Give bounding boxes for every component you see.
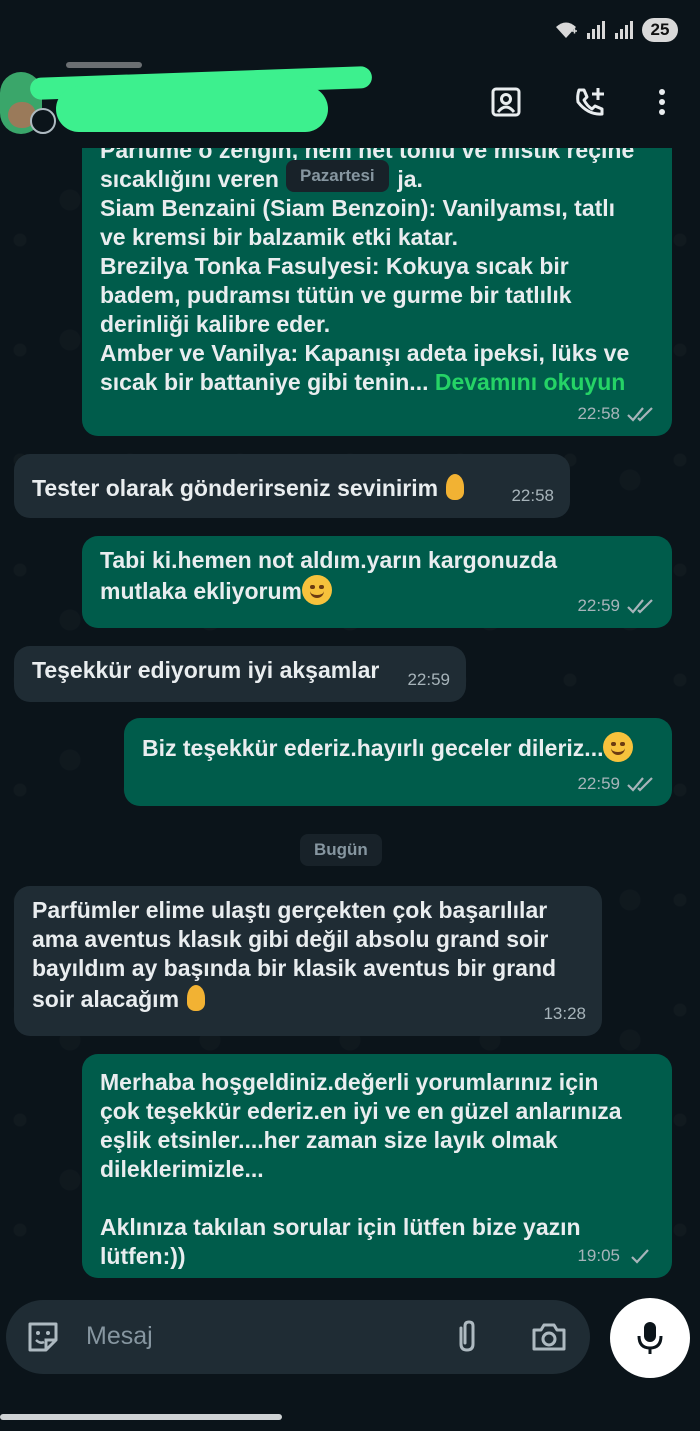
message-time: 22:59	[407, 670, 450, 689]
attach-icon[interactable]	[448, 1318, 486, 1356]
mic-icon	[637, 1322, 663, 1354]
system-nav-bar	[0, 1404, 700, 1431]
floating-date-label: Pazartesi	[286, 160, 389, 192]
date-separator: Bugün	[300, 834, 382, 866]
message-composer[interactable]: Mesaj	[6, 1300, 590, 1374]
pray-emoji	[185, 983, 207, 1013]
message-time: 22:58	[577, 404, 620, 423]
single-check-icon	[631, 1248, 649, 1264]
message-bubble-incoming[interactable]: Tester olarak gönderirseniz sevinirim 22…	[14, 454, 570, 518]
pray-emoji	[444, 472, 466, 502]
message-text: Parfümler elime ulaştı gerçekten çok baş…	[32, 897, 557, 1012]
message-list[interactable]: Parfüme o zengin, hem net tonlu ve misti…	[0, 148, 700, 1298]
smile-emoji	[603, 732, 634, 762]
contact-card-icon[interactable]	[486, 82, 526, 122]
more-vert-icon[interactable]	[642, 82, 682, 122]
message-text: Teşekkür ediyorum iyi akşamlar	[32, 657, 380, 683]
battery-indicator: 25	[642, 18, 678, 42]
message-bubble-outgoing[interactable]: Tabi ki.hemen not aldım.yarın kargonuzda…	[82, 536, 672, 628]
double-check-icon	[627, 598, 653, 614]
back-button[interactable]	[66, 62, 142, 68]
sticker-icon[interactable]	[24, 1318, 62, 1356]
read-more-link[interactable]: Devamını okuyun	[435, 369, 625, 395]
double-check-icon	[627, 406, 653, 422]
message-bubble-incoming[interactable]: Parfümler elime ulaştı gerçekten çok baş…	[14, 886, 602, 1036]
signal-icon-2	[615, 21, 633, 39]
add-call-icon[interactable]	[570, 82, 610, 122]
message-time: 13:28	[543, 1004, 586, 1023]
message-bubble-incoming[interactable]: Teşekkür ediyorum iyi akşamlar 22:59	[14, 646, 466, 702]
smile-emoji	[301, 575, 332, 605]
voice-message-button[interactable]	[610, 1298, 690, 1378]
signal-icon	[587, 21, 605, 39]
home-indicator[interactable]	[0, 1414, 282, 1420]
message-time: 19:05	[577, 1246, 620, 1265]
message-text: Merhaba hoşgeldiniz.değerli yorumlarınız…	[100, 1069, 622, 1269]
message-text: Tester olarak gönderirseniz sevinirim	[32, 475, 445, 501]
message-text-continued: ja. Siam Benzaini (Siam Benzoin): Vanily…	[100, 166, 630, 395]
message-bubble-outgoing[interactable]: Biz teşekkür ederiz.hayırlı geceler dile…	[124, 718, 672, 806]
message-time: 22:58	[511, 486, 554, 505]
status-bar: 25	[0, 0, 700, 58]
message-time: 22:59	[577, 596, 620, 615]
clock-icon	[30, 108, 56, 134]
chat-header	[0, 58, 700, 148]
contact-name[interactable]	[56, 86, 328, 132]
wifi-icon	[556, 22, 577, 38]
message-time: 22:59	[577, 774, 620, 793]
message-input[interactable]: Mesaj	[86, 1322, 153, 1351]
camera-icon[interactable]	[530, 1318, 568, 1356]
message-text: Biz teşekkür ederiz.hayırlı geceler dile…	[142, 735, 604, 761]
double-check-icon	[627, 776, 653, 792]
message-bubble-outgoing[interactable]: Merhaba hoşgeldiniz.değerli yorumlarınız…	[82, 1054, 672, 1278]
